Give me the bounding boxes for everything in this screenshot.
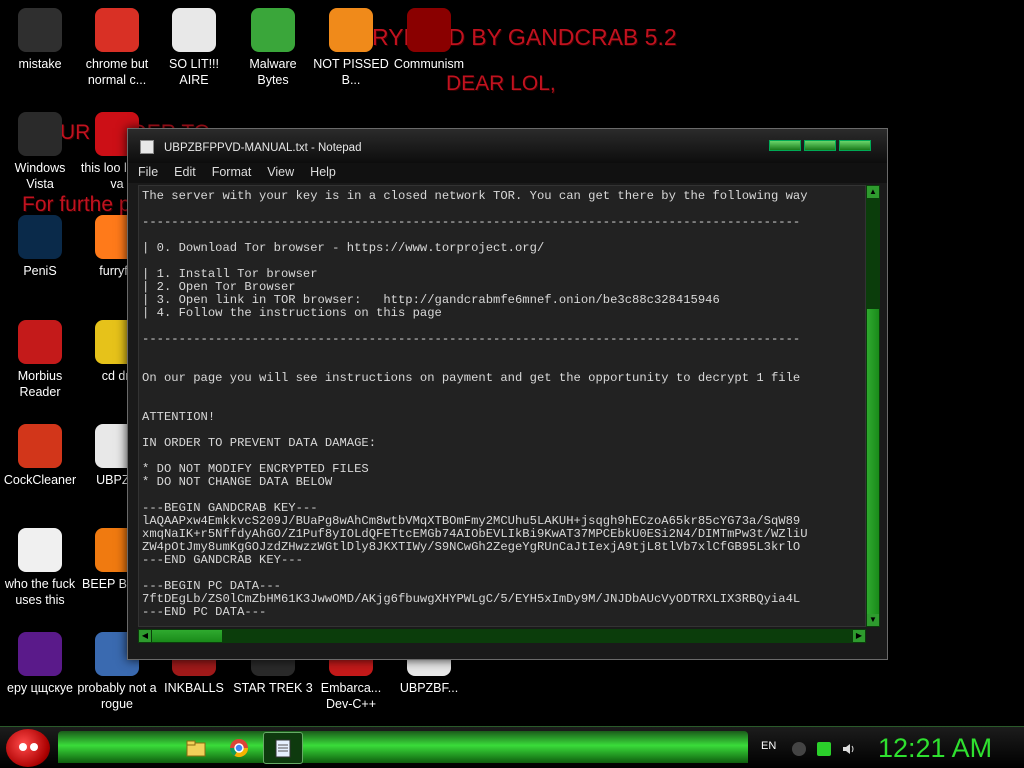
desktop-icon[interactable]: SO LIT!!! AIRE bbox=[154, 8, 234, 88]
menu-edit[interactable]: Edit bbox=[164, 163, 202, 183]
folder-icon[interactable] bbox=[181, 735, 211, 761]
recycle-icon bbox=[18, 8, 62, 52]
close-button[interactable] bbox=[839, 140, 871, 151]
angry-bird-eye bbox=[30, 743, 38, 751]
desktop-icon[interactable]: Malware Bytes bbox=[233, 8, 313, 88]
desktop-icon-label: ерy цщскуе bbox=[7, 681, 73, 695]
angry-bird-icon bbox=[19, 743, 27, 751]
text-editor[interactable]: The server with your key is in a closed … bbox=[138, 185, 866, 627]
maximize-button[interactable] bbox=[804, 140, 836, 151]
desktop-icon-label: Windows Vista bbox=[14, 161, 66, 191]
ccleaner-icon bbox=[18, 424, 62, 468]
scroll-left-arrow-icon[interactable]: ◀ bbox=[139, 630, 151, 642]
desktop-icon-label: chrome but normal c... bbox=[85, 57, 149, 87]
wallpaper-greeting: DEAR LOL, bbox=[446, 72, 556, 95]
action-center-icon[interactable] bbox=[792, 742, 806, 756]
desktop-icon-label: STAR TREK 3 bbox=[233, 681, 313, 695]
desktop-icon-label: CockCleaner bbox=[3, 473, 77, 487]
desktop-icon-label: who the fuck uses this bbox=[4, 577, 76, 607]
scroll-down-arrow-icon[interactable]: ▼ bbox=[867, 614, 879, 626]
language-indicator[interactable]: EN bbox=[761, 740, 776, 752]
pig-icon bbox=[329, 8, 373, 52]
taskbar-band bbox=[58, 731, 748, 763]
desktop-icon-label: probably not a rogue bbox=[77, 681, 157, 711]
start-button[interactable] bbox=[6, 729, 50, 767]
clock[interactable]: 12:21 AM bbox=[878, 733, 992, 764]
desktop-icon[interactable]: PeniS bbox=[0, 215, 80, 279]
pdf-icon bbox=[18, 320, 62, 364]
scroll-up-arrow-icon[interactable]: ▲ bbox=[867, 186, 879, 198]
desktop-icon[interactable]: CockCleaner bbox=[0, 424, 80, 488]
chrome-icon[interactable] bbox=[224, 735, 254, 761]
desktop-icon-label: PeniS bbox=[23, 264, 57, 278]
document-text[interactable]: The server with your key is in a closed … bbox=[139, 186, 865, 623]
vertical-scrollbar[interactable]: ▲ ▼ bbox=[866, 185, 880, 627]
desktop-icon-label: SO LIT!!! AIRE bbox=[168, 57, 219, 87]
desktop-icon[interactable]: Windows Vista bbox=[0, 112, 80, 192]
recycle-icon bbox=[18, 112, 62, 156]
desktop-icon[interactable]: mistake bbox=[0, 8, 80, 72]
minimize-button[interactable] bbox=[769, 140, 801, 151]
battery-icon[interactable] bbox=[817, 742, 831, 756]
title-bar[interactable]: UBPZBFPPVD-MANUAL.txt - Notepad bbox=[128, 129, 887, 163]
photoshop-icon bbox=[18, 215, 62, 259]
desktop-icon[interactable]: Morbius Reader bbox=[0, 320, 80, 400]
menu-file[interactable]: File bbox=[128, 163, 164, 183]
volume-icon[interactable] bbox=[842, 742, 856, 756]
scroll-thumb[interactable] bbox=[867, 309, 879, 615]
lightning-icon bbox=[18, 528, 62, 572]
desktop-icon-label: Morbius Reader bbox=[17, 369, 63, 399]
desktop-icon-label: UBPZBF... bbox=[399, 681, 459, 695]
notepad-window[interactable]: UBPZBFPPVD-MANUAL.txt - Notepad File Edi… bbox=[127, 128, 888, 660]
desktop-icon[interactable]: who the fuck uses this bbox=[0, 528, 80, 608]
desktop-icon-label: NOT PISSED B... bbox=[313, 57, 389, 87]
menu-format[interactable]: Format bbox=[202, 163, 258, 183]
desktop-icon[interactable]: Communism bbox=[389, 8, 469, 72]
taskbar: EN 12:21 AM bbox=[0, 726, 1024, 768]
scroll-right-arrow-icon[interactable]: ▶ bbox=[853, 630, 865, 642]
desktop-icon-label: Embarca... Dev-C++ bbox=[320, 681, 382, 711]
desktop-icon-label: Malware Bytes bbox=[249, 57, 297, 87]
desktop-icon[interactable]: chrome but normal c... bbox=[77, 8, 157, 88]
notepad-taskbar-button[interactable] bbox=[263, 732, 303, 764]
communism-icon bbox=[407, 8, 451, 52]
notepad-icon bbox=[140, 140, 154, 154]
yahoo-icon bbox=[18, 632, 62, 676]
scroll-thumb-horizontal[interactable] bbox=[152, 630, 222, 642]
menu-bar: File Edit Format View Help bbox=[128, 163, 887, 183]
desktop-icon-label: mistake bbox=[18, 57, 62, 71]
desktop-icon-label: Communism bbox=[393, 57, 465, 71]
shield-icon bbox=[251, 8, 295, 52]
window-title: UBPZBFPPVD-MANUAL.txt - Notepad bbox=[164, 142, 362, 154]
menu-view[interactable]: View bbox=[257, 163, 300, 183]
cards-icon bbox=[172, 8, 216, 52]
desktop-icon-label: INKBALLS bbox=[164, 681, 224, 695]
chrome-icon bbox=[95, 8, 139, 52]
desktop-icon[interactable]: NOT PISSED B... bbox=[311, 8, 391, 88]
menu-help[interactable]: Help bbox=[300, 163, 342, 183]
desktop-icon[interactable]: ерy цщскуе bbox=[0, 632, 80, 696]
horizontal-scrollbar[interactable]: ◀ ▶ bbox=[138, 629, 866, 643]
